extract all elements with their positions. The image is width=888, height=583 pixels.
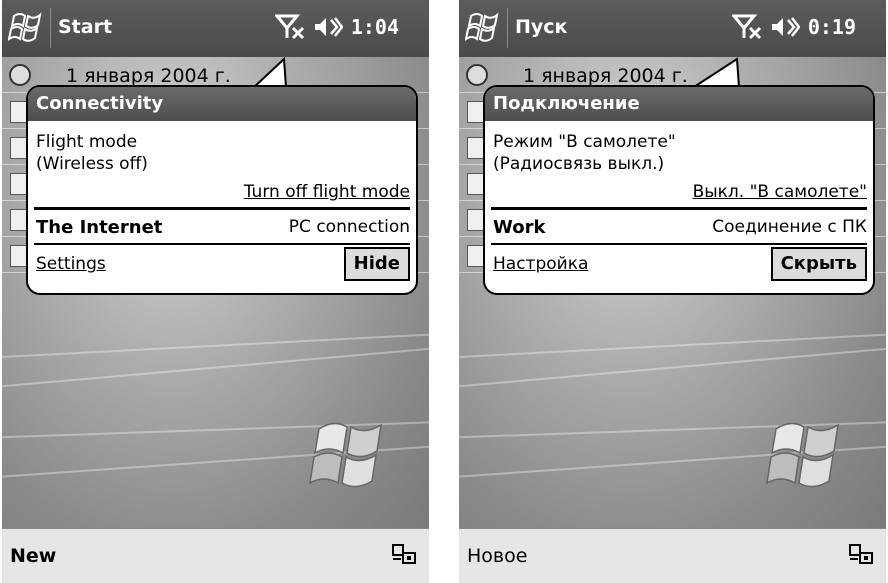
new-menu-button[interactable]: New	[10, 545, 56, 567]
windows-logo-watermark	[766, 422, 839, 488]
connection-type: Соединение с ПК	[712, 217, 867, 237]
clock-icon	[466, 64, 488, 86]
status-line-2: (Радиосвязь выкл.)	[493, 154, 665, 174]
flight-mode-status: Режим "В самолете" (Радиосвязь выкл.)	[493, 131, 676, 175]
popup-header: Подключение	[485, 87, 873, 121]
settings-link[interactable]: Settings	[36, 254, 106, 274]
menu-bar: Новое	[459, 528, 886, 583]
popup-header: Connectivity	[28, 87, 416, 121]
title-bar: Start 1:04	[2, 0, 429, 57]
device-screen-russian: 1 января 2004 г. Пуск 0:19 Подключение Р…	[459, 0, 886, 583]
connection-name: Work	[493, 217, 546, 238]
antenna-off-icon[interactable]	[731, 14, 762, 40]
windows-flag-icon[interactable]	[8, 10, 46, 44]
menu-bar: New	[2, 528, 429, 583]
hide-button[interactable]: Hide	[343, 247, 410, 281]
device-screen-english: 1 января 2004 г. Start 1:04 Connectivity…	[2, 0, 429, 583]
hide-button[interactable]: Скрыть	[770, 247, 867, 281]
today-date: 1 января 2004 г.	[523, 65, 688, 87]
connectivity-popup: Подключение Режим "В самолете" (Радиосвя…	[483, 85, 875, 295]
settings-link[interactable]: Настройка	[493, 254, 588, 274]
connection-name: The Internet	[36, 217, 163, 238]
status-line-1: Режим "В самолете"	[493, 132, 676, 152]
turn-off-flight-mode-link[interactable]: Turn off flight mode	[244, 182, 410, 202]
clock-icon	[9, 64, 31, 86]
clock-time[interactable]: 1:04	[351, 15, 399, 39]
flight-mode-status: Flight mode (Wireless off)	[36, 131, 148, 175]
keyboard-icon[interactable]	[391, 543, 419, 567]
start-menu-title[interactable]: Start	[58, 16, 112, 38]
divider	[491, 243, 867, 245]
divider	[34, 207, 410, 210]
speaker-icon[interactable]	[770, 16, 800, 38]
title-bar: Пуск 0:19	[459, 0, 886, 57]
antenna-off-icon[interactable]	[274, 14, 305, 40]
turn-off-flight-mode-link[interactable]: Выкл. "В самолете"	[693, 182, 867, 202]
divider	[491, 207, 867, 210]
connection-type: PC connection	[288, 217, 410, 237]
status-line-2: (Wireless off)	[36, 154, 148, 174]
status-line-1: Flight mode	[36, 132, 138, 152]
keyboard-icon[interactable]	[848, 543, 876, 567]
divider	[34, 243, 410, 245]
connectivity-popup: Connectivity Flight mode (Wireless off) …	[26, 85, 418, 295]
today-date: 1 января 2004 г.	[66, 65, 231, 87]
windows-flag-icon[interactable]	[465, 10, 503, 44]
speaker-icon[interactable]	[313, 16, 343, 38]
windows-logo-watermark	[309, 422, 382, 488]
start-menu-title[interactable]: Пуск	[515, 16, 567, 38]
new-menu-button[interactable]: Новое	[467, 545, 527, 567]
clock-time[interactable]: 0:19	[808, 15, 856, 39]
